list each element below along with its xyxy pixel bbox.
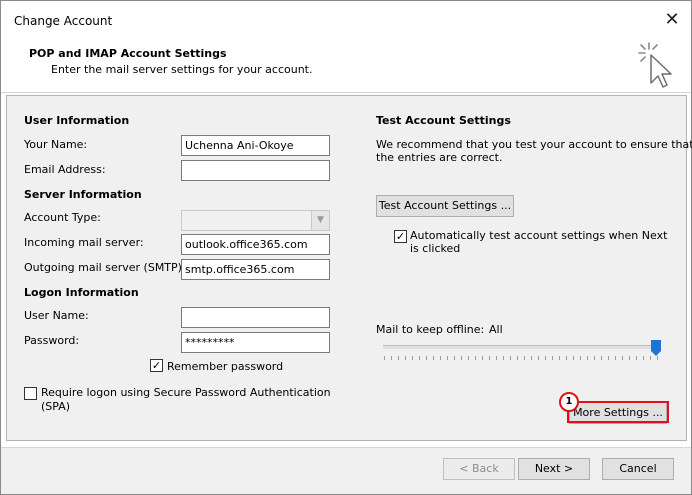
- user-name-input[interactable]: [181, 307, 330, 328]
- user-info-heading: User Information: [24, 114, 130, 127]
- cursor-click-icon: [638, 42, 672, 88]
- server-info-heading: Server Information: [24, 188, 142, 201]
- your-name-label: Your Name:: [24, 138, 88, 151]
- password-label: Password:: [24, 334, 80, 347]
- header-separator: [1, 92, 691, 93]
- change-account-dialog: Change Account ✕ POP and IMAP Account Se…: [0, 0, 692, 495]
- user-name-label: User Name:: [24, 309, 89, 322]
- email-address-label: Email Address:: [24, 163, 106, 176]
- next-button[interactable]: Next >: [518, 458, 590, 480]
- close-icon[interactable]: ✕: [661, 9, 683, 31]
- incoming-server-input[interactable]: outlook.office365.com: [181, 234, 330, 255]
- step-number-badge: 1: [559, 392, 579, 412]
- offline-slider-ticks: [384, 356, 660, 360]
- chevron-down-icon: ▼: [311, 211, 329, 230]
- auto-test-label-line2: is clicked: [410, 242, 461, 255]
- remember-password-checkbox[interactable]: ✓: [150, 359, 163, 372]
- test-settings-heading: Test Account Settings: [376, 114, 511, 127]
- test-settings-desc-line2: the entries are correct.: [376, 151, 503, 164]
- header-title: POP and IMAP Account Settings: [29, 47, 227, 60]
- email-address-input[interactable]: [181, 160, 330, 181]
- more-settings-highlight: [567, 401, 669, 423]
- test-settings-desc-line1: We recommend that you test your account …: [376, 138, 692, 151]
- mail-offline-label: Mail to keep offline:: [376, 323, 485, 336]
- test-account-settings-button[interactable]: Test Account Settings ...: [376, 195, 514, 217]
- outgoing-server-input[interactable]: smtp.office365.com: [181, 259, 330, 280]
- account-type-dropdown: ▼: [181, 210, 330, 231]
- auto-test-checkbox[interactable]: ✓: [394, 230, 407, 243]
- outgoing-server-label: Outgoing mail server (SMTP):: [24, 261, 186, 274]
- header-subtitle: Enter the mail server settings for your …: [51, 63, 313, 76]
- incoming-server-label: Incoming mail server:: [24, 236, 144, 249]
- spa-label-line2: (SPA): [41, 400, 71, 413]
- account-type-label: Account Type:: [24, 211, 101, 224]
- back-button[interactable]: < Back: [443, 458, 515, 480]
- auto-test-label-line1: Automatically test account settings when…: [410, 229, 668, 242]
- logon-info-heading: Logon Information: [24, 286, 139, 299]
- window-title: Change Account: [14, 14, 113, 28]
- cancel-button[interactable]: Cancel: [602, 458, 674, 480]
- offline-slider-thumb[interactable]: [651, 340, 661, 356]
- your-name-input[interactable]: Uchenna Ani-Okoye: [181, 135, 330, 156]
- spa-checkbox[interactable]: [24, 387, 37, 400]
- mail-offline-value: All: [489, 323, 503, 336]
- offline-slider-track[interactable]: [383, 345, 661, 349]
- spa-label-line1: Require logon using Secure Password Auth…: [41, 386, 331, 399]
- remember-password-label: Remember password: [167, 360, 284, 373]
- password-input[interactable]: *********: [181, 332, 330, 353]
